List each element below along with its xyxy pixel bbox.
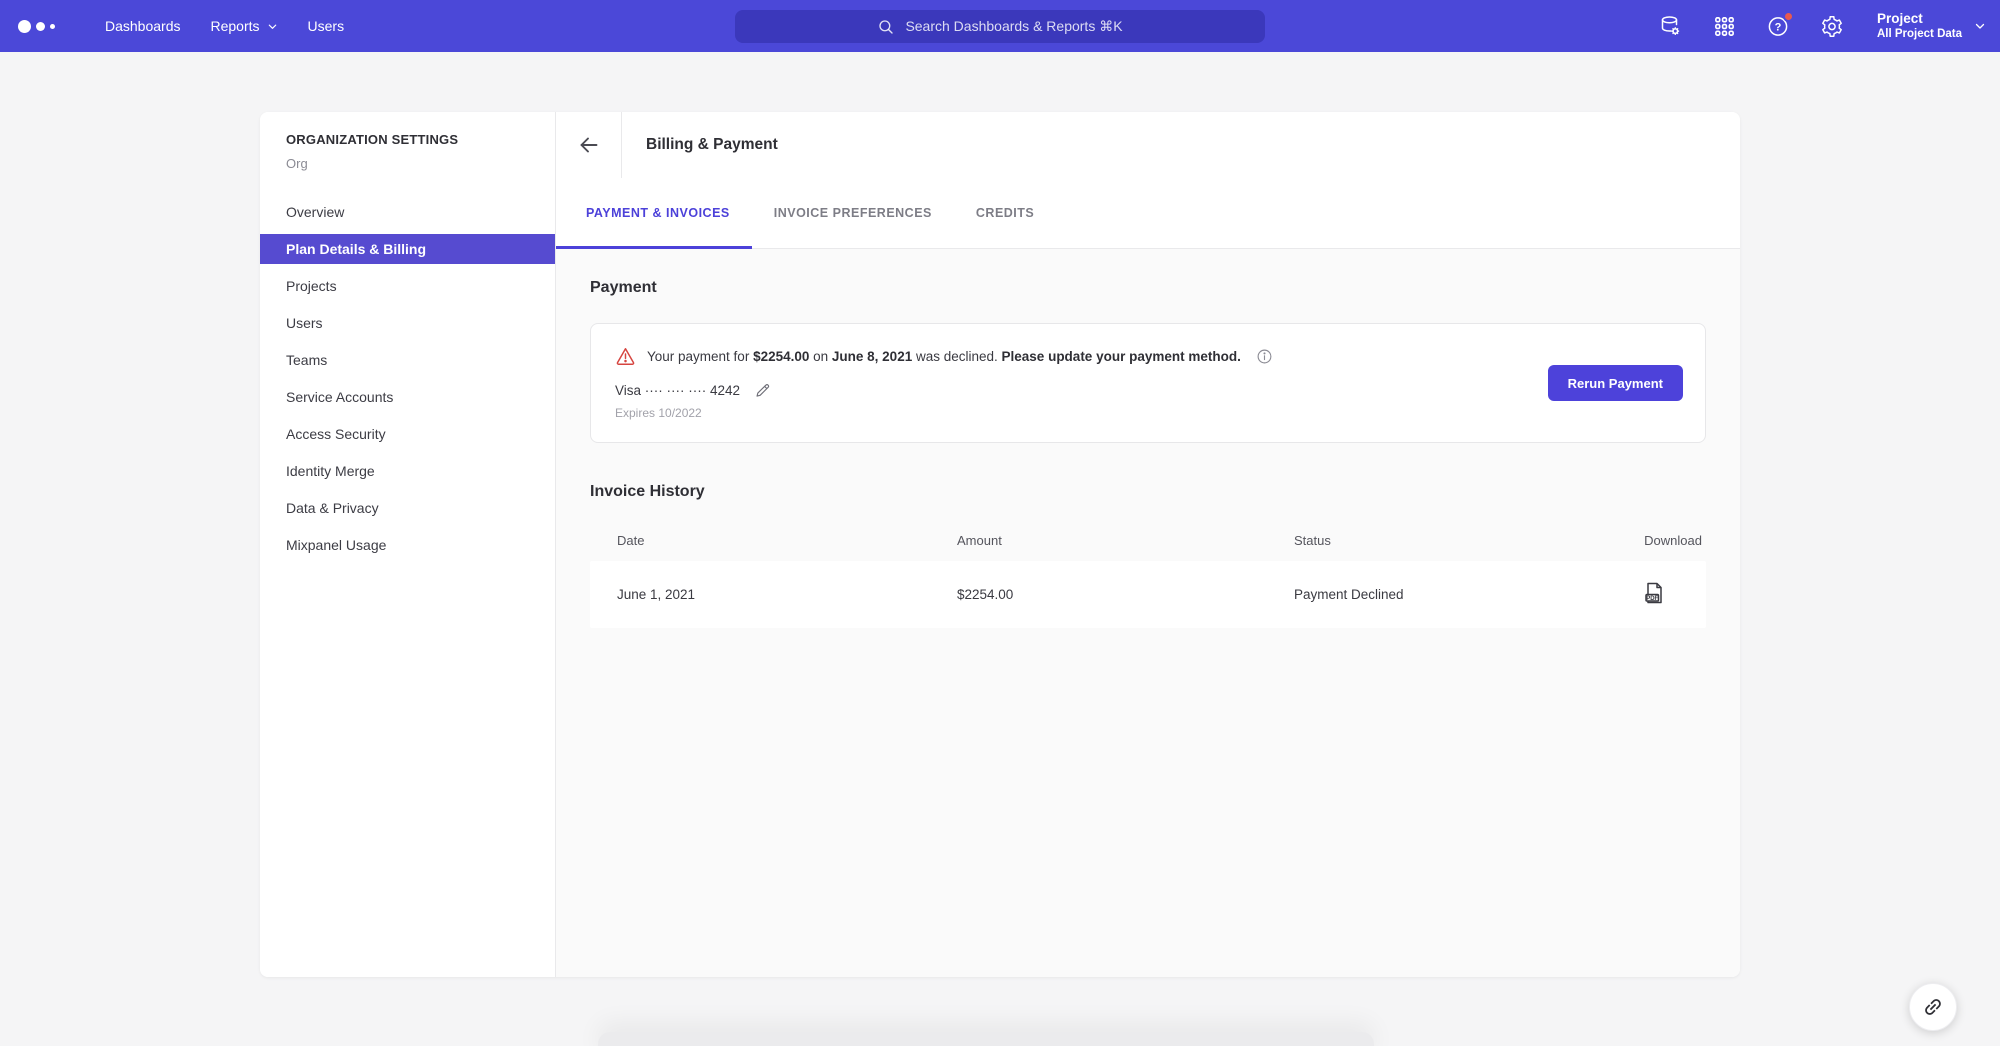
sidebar-item-teams[interactable]: Teams — [260, 345, 555, 375]
apps-grid-icon — [1713, 15, 1736, 38]
nav-dashboards[interactable]: Dashboards — [90, 0, 196, 52]
gear-icon — [1820, 14, 1844, 39]
sidebar-item-data-privacy[interactable]: Data & Privacy — [260, 493, 555, 523]
tab-bar: PAYMENT & INVOICES INVOICE PREFERENCES C… — [556, 178, 1740, 249]
table-row: June 1, 2021 $2254.00 Payment Declined P… — [590, 561, 1706, 628]
payment-card: Your payment for $2254.00 on June 8, 202… — [590, 323, 1706, 443]
svg-text:?: ? — [1775, 21, 1782, 33]
card-on-file: Visa ···· ···· ···· 4242 — [615, 382, 1273, 399]
invoice-amount: $2254.00 — [957, 587, 1294, 602]
tab-invoice-preferences[interactable]: INVOICE PREFERENCES — [752, 178, 954, 248]
sidebar-item-projects[interactable]: Projects — [260, 271, 555, 301]
logo-dot — [18, 20, 31, 33]
sidebar-item-mixpanel-usage[interactable]: Mixpanel Usage — [260, 530, 555, 560]
data-management-button[interactable] — [1658, 14, 1682, 38]
sidebar-item-service-accounts[interactable]: Service Accounts — [260, 382, 555, 412]
table-header-row: Date Amount Status Download — [590, 519, 1706, 561]
invoice-status: Payment Declined — [1294, 587, 1633, 602]
invoice-history-title: Invoice History — [590, 483, 1706, 501]
tab-payment-invoices[interactable]: PAYMENT & INVOICES — [556, 178, 752, 248]
edit-card-button[interactable] — [754, 382, 771, 399]
card-expiry: Expires 10/2022 — [615, 406, 1273, 420]
search-icon — [877, 18, 895, 36]
sidebar-title: ORGANIZATION SETTINGS — [260, 132, 555, 147]
copy-link-button[interactable] — [1909, 983, 1957, 1031]
link-icon — [1917, 991, 1948, 1022]
help-button[interactable]: ? — [1766, 14, 1790, 38]
info-button[interactable] — [1256, 348, 1273, 365]
top-nav: Dashboards Reports Users Search Dashboar… — [0, 0, 2000, 52]
sidebar-item-plan-details-billing[interactable]: Plan Details & Billing — [260, 234, 555, 264]
nav-right-cluster: ? Project All Project Data — [1643, 0, 1986, 52]
settings-panel: ORGANIZATION SETTINGS Org Overview Plan … — [260, 112, 1740, 977]
nav-reports[interactable]: Reports — [196, 0, 293, 52]
search-input[interactable]: Search Dashboards & Reports ⌘K — [735, 10, 1265, 43]
logo-dot — [50, 24, 55, 29]
invoice-history-table: Date Amount Status Download June 1, 2021… — [590, 519, 1706, 628]
project-label: Project — [1877, 10, 1962, 27]
project-switcher[interactable]: Project All Project Data — [1877, 10, 1986, 42]
column-header-amount: Amount — [957, 533, 1294, 548]
billing-content: Billing & Payment PAYMENT & INVOICES INV… — [556, 112, 1740, 977]
chevron-down-icon — [1974, 20, 1986, 32]
settings-button[interactable] — [1820, 14, 1844, 38]
org-settings-sidebar: ORGANIZATION SETTINGS Org Overview Plan … — [260, 112, 556, 977]
nav-reports-label: Reports — [211, 18, 260, 34]
page-title: Billing & Payment — [622, 112, 778, 178]
svg-text:PDF: PDF — [1646, 596, 1658, 602]
mixpanel-logo[interactable] — [18, 20, 64, 33]
bottom-popup-shadow — [598, 1032, 1374, 1046]
card-number: Visa ···· ···· ···· 4242 — [615, 383, 740, 398]
logo-dot — [36, 22, 45, 31]
project-name: All Project Data — [1877, 27, 1962, 42]
payment-section-title: Payment — [590, 279, 1706, 297]
sidebar-item-overview[interactable]: Overview — [260, 197, 555, 227]
search-placeholder: Search Dashboards & Reports ⌘K — [905, 18, 1122, 35]
tab-content: Payment Your payment for $2254.00 on Jun… — [556, 249, 1740, 977]
payment-declined-alert: Your payment for $2254.00 on June 8, 202… — [615, 346, 1273, 367]
sidebar-item-identity-merge[interactable]: Identity Merge — [260, 456, 555, 486]
alert-text: Your payment for $2254.00 on June 8, 202… — [647, 349, 1241, 364]
info-icon — [1256, 348, 1273, 365]
pdf-file-icon: PDF — [1643, 581, 1665, 605]
apps-grid-button[interactable] — [1712, 14, 1736, 38]
column-header-download: Download — [1633, 533, 1706, 548]
column-header-date: Date — [617, 533, 957, 548]
invoice-date: June 1, 2021 — [617, 587, 957, 602]
arrow-left-icon — [577, 133, 601, 157]
pencil-icon — [754, 382, 771, 399]
notification-dot — [1783, 11, 1794, 22]
org-name: Org — [260, 156, 555, 171]
sidebar-item-users[interactable]: Users — [260, 308, 555, 338]
back-button[interactable] — [556, 112, 622, 178]
content-header: Billing & Payment — [556, 112, 1740, 178]
nav-users[interactable]: Users — [293, 0, 360, 52]
payment-card-details: Your payment for $2254.00 on June 8, 202… — [615, 346, 1273, 420]
sidebar-item-access-security[interactable]: Access Security — [260, 419, 555, 449]
data-management-icon — [1658, 14, 1682, 39]
column-header-status: Status — [1294, 533, 1633, 548]
download-pdf-button[interactable]: PDF — [1643, 581, 1665, 608]
primary-nav: Dashboards Reports Users — [90, 0, 359, 52]
sidebar-nav: Overview Plan Details & Billing Projects… — [260, 197, 555, 560]
tab-credits[interactable]: CREDITS — [954, 178, 1056, 248]
rerun-payment-button[interactable]: Rerun Payment — [1548, 365, 1683, 401]
warning-icon — [615, 346, 636, 367]
chevron-down-icon — [267, 21, 278, 32]
